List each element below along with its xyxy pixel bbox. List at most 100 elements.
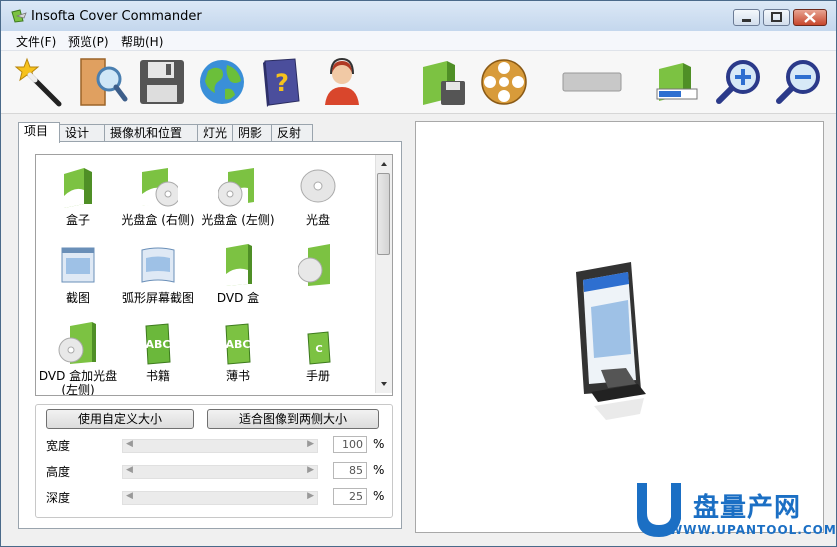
gallery-item-cd-case-right[interactable]: 光盘盒 (右侧) [118, 161, 198, 239]
gallery-item-label: 光盘盒 (左侧) [201, 213, 275, 227]
gallery-item-label: 光盘 [305, 213, 330, 227]
menu-bar: 文件(F) 预览(P) 帮助(H) [1, 31, 836, 51]
svg-text:?: ? [275, 69, 289, 97]
disc-icon [300, 169, 336, 203]
width-label: 宽度 [46, 439, 71, 453]
menu-preview[interactable]: 预览(P) [68, 33, 109, 50]
gallery-item-cd-case-left[interactable]: 光盘盒 (左侧) [198, 161, 278, 239]
gallery-item-label: 书籍 [145, 369, 170, 383]
height-value-field[interactable]: 85 [333, 462, 367, 479]
tab-design[interactable]: 设计 [59, 124, 105, 142]
gallery-item-disc[interactable]: 光盘 [278, 161, 358, 239]
zoom-in-button[interactable] [711, 55, 765, 109]
left-panel: 项目 设计 摄像机和位置 灯光 阴影 反射 盒子 光盘盒 (右侧) 光盘盒 (左… [14, 119, 402, 529]
project-tab-page: 盒子 光盘盒 (右侧) 光盘盒 (左侧) 光盘 截图 弧形屏幕截图 DVD 盒 … [18, 141, 402, 529]
svg-text:ABC: ABC [146, 338, 171, 351]
gallery-item-dvd-box[interactable]: DVD 盒 [198, 239, 278, 317]
depth-label: 深度 [46, 491, 71, 505]
slider-right-arrow-icon: ▶ [307, 491, 314, 501]
width-slider[interactable]: ◀ ▶ [122, 439, 318, 453]
size-settings-panel: 使用自定义大小 适合图像到两侧大小 宽度 ◀ ▶ 100 % 高度 ◀ ▶ 85 %… [35, 404, 393, 518]
open-button[interactable] [75, 55, 129, 109]
dvd-box-with-disc-icon [58, 322, 96, 364]
title-bar: Insofta Cover Commander [1, 1, 836, 31]
scroll-up-icon[interactable] [377, 157, 391, 171]
web-globe-icon [200, 60, 244, 104]
web-button[interactable] [195, 55, 249, 109]
gallery-item-thin-book[interactable]: ABC 薄书 [198, 317, 278, 395]
depth-row: 深度 ◀ ▶ 25 % [36, 487, 392, 507]
help-button[interactable]: ? [255, 55, 309, 109]
progress-icon [656, 63, 698, 101]
gallery-item-label: 盒子 [65, 213, 90, 227]
toolbar: ? [1, 51, 836, 114]
tab-project[interactable]: 项目 [18, 122, 60, 143]
gallery-item-curved-screenshot[interactable]: 弧形屏幕截图 [118, 239, 198, 317]
gallery-item-dvd-disc-box[interactable] [278, 239, 358, 317]
blank-button[interactable] [561, 55, 623, 109]
tab-lighting[interactable]: 灯光 [197, 124, 233, 142]
box-icon [64, 168, 92, 208]
scroll-down-icon[interactable] [377, 377, 391, 391]
progress-button[interactable] [651, 55, 705, 109]
depth-slider[interactable]: ◀ ▶ [122, 491, 318, 505]
gallery-item-book[interactable]: ABC 书籍 [118, 317, 198, 395]
support-agent-icon [325, 57, 359, 105]
menu-help[interactable]: 帮助(H) [121, 33, 163, 50]
gallery-item-label: 手册 [305, 369, 330, 383]
window-title: Insofta Cover Commander [31, 9, 202, 24]
depth-value-field[interactable]: 25 [333, 488, 367, 505]
watermark-brand: 盘量产网 [693, 493, 802, 523]
width-value-field[interactable]: 100 [333, 436, 367, 453]
help-book-icon: ? [263, 58, 300, 107]
gallery-item-manual[interactable]: C 手册 [278, 317, 358, 395]
wizard-icon [14, 57, 62, 107]
zoom-out-button[interactable] [771, 55, 825, 109]
manual-icon: C [307, 331, 331, 365]
maximize-icon [771, 12, 782, 22]
support-button[interactable] [315, 55, 369, 109]
gallery-item-label: 光盘盒 (右侧) [121, 213, 195, 227]
app-window: Insofta Cover Commander 文件(F) 预览(P) 帮助(H… [0, 0, 837, 547]
tab-reflection[interactable]: 反射 [271, 124, 313, 142]
minimize-button[interactable] [733, 9, 760, 26]
menu-file[interactable]: 文件(F) [16, 33, 56, 50]
dvd-disc-box-icon [298, 244, 330, 286]
height-row: 高度 ◀ ▶ 85 % [36, 461, 392, 481]
slider-left-arrow-icon: ◀ [126, 465, 133, 475]
zoom-in-icon [716, 60, 760, 104]
gallery-item-label: 弧形屏幕截图 [121, 291, 194, 305]
gallery-item-label: DVD 盒加光盘 (左侧) [38, 369, 118, 396]
zoom-out-icon [776, 60, 820, 104]
tab-camera-position[interactable]: 摄像机和位置 [104, 124, 198, 142]
gallery-item-box[interactable]: 盒子 [38, 161, 118, 239]
scrollbar-thumb[interactable] [377, 173, 390, 255]
close-button[interactable] [793, 9, 827, 26]
render-video-button[interactable] [477, 55, 531, 109]
save-icon [140, 60, 184, 104]
save-image-button[interactable] [417, 55, 471, 109]
thin-book-icon: ABC [225, 323, 251, 365]
render-video-icon [481, 59, 527, 105]
custom-size-button[interactable]: 使用自定义大小 [46, 409, 194, 429]
maximize-button[interactable] [763, 9, 790, 26]
wizard-button[interactable] [13, 55, 67, 109]
gallery-item-dvd-box-with-disc[interactable]: DVD 盒加光盘 (左侧) [38, 317, 118, 395]
svg-text:ABC: ABC [226, 338, 251, 351]
save-image-icon [423, 61, 465, 105]
gallery-item-label: 薄书 [225, 369, 250, 383]
height-slider[interactable]: ◀ ▶ [122, 465, 318, 479]
percent-sign: % [373, 489, 385, 503]
dvd-box-icon [226, 244, 252, 286]
gallery-item-screenshot[interactable]: 截图 [38, 239, 118, 317]
book-icon: ABC [145, 323, 171, 365]
slider-left-arrow-icon: ◀ [126, 439, 133, 449]
gallery-scrollbar[interactable] [375, 155, 392, 393]
watermark-url: WWW.UPANTOOL.COM [669, 523, 837, 537]
tab-shadow[interactable]: 阴影 [232, 124, 272, 142]
save-button[interactable] [135, 55, 189, 109]
percent-sign: % [373, 463, 385, 477]
fit-image-button[interactable]: 适合图像到两侧大小 [207, 409, 379, 429]
cd-case-right-icon [142, 168, 178, 207]
preview-pane[interactable] [415, 121, 824, 533]
